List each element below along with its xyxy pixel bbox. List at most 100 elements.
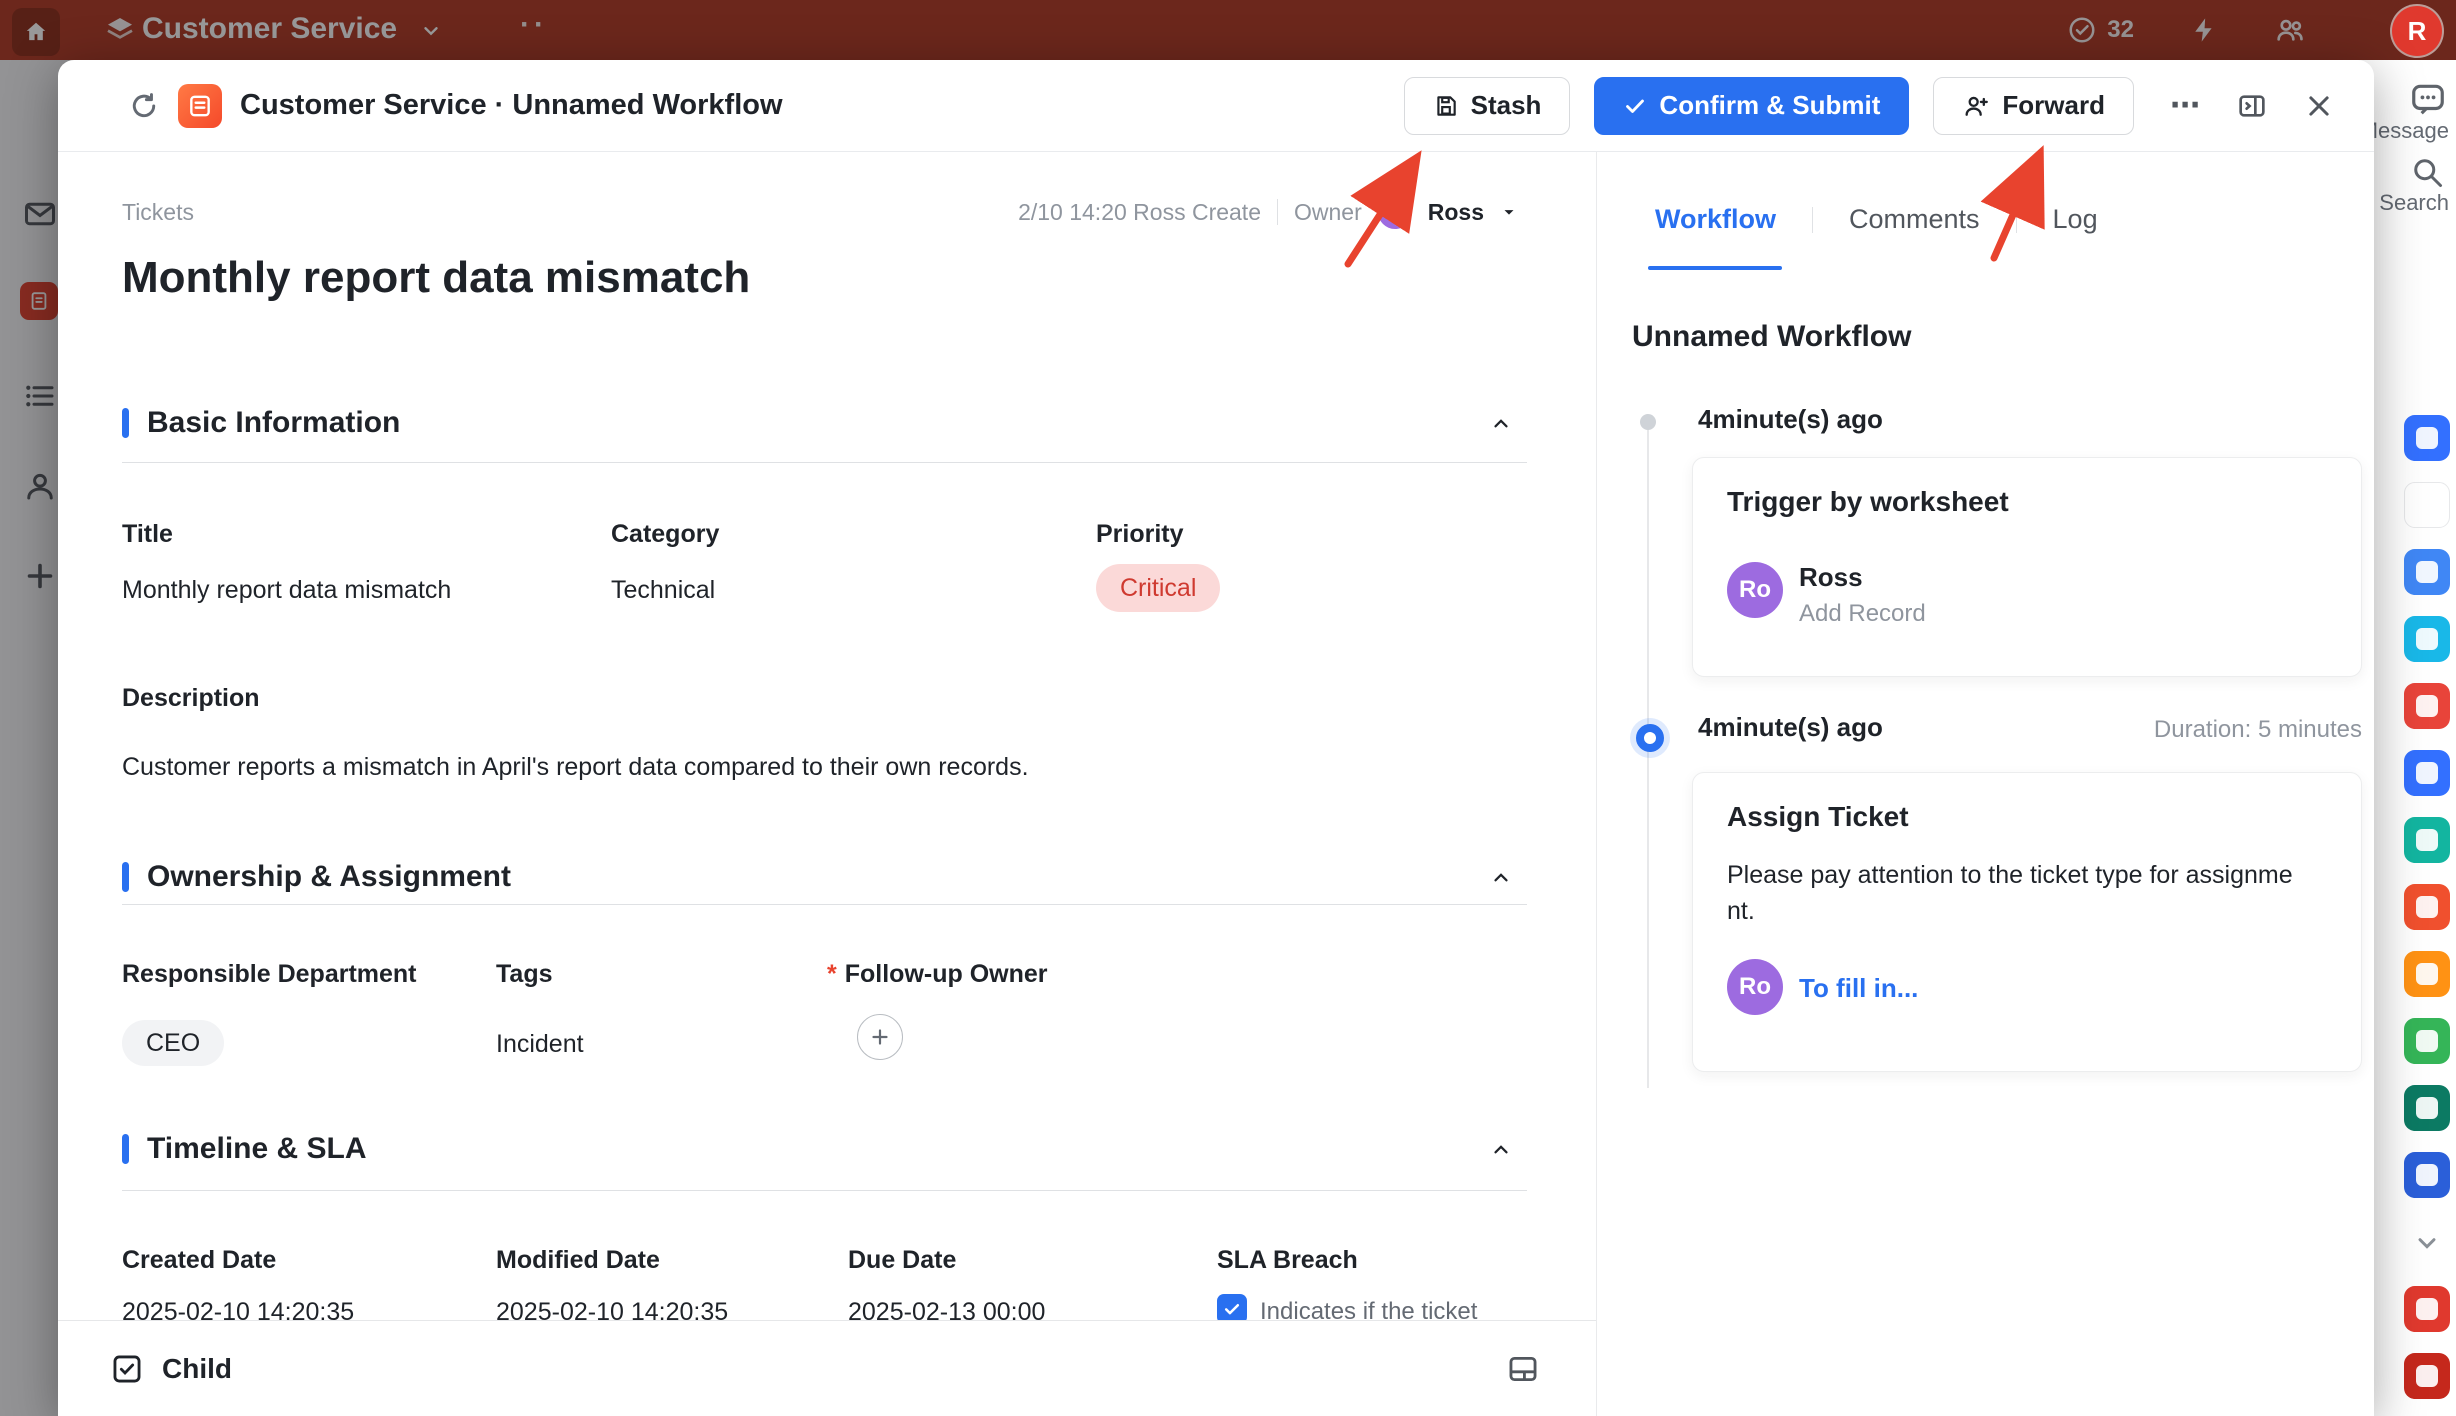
- event-duration: Duration: 5 minutes: [2154, 716, 2362, 744]
- ticket-meta-row: Tickets 2/10 14:20 Ross Create Owner R R…: [122, 194, 1518, 230]
- stash-button[interactable]: Stash: [1404, 77, 1571, 135]
- section-basic-information[interactable]: Basic Information: [122, 400, 400, 446]
- owner-caret-icon[interactable]: [1500, 203, 1518, 221]
- check-icon: [1623, 94, 1647, 118]
- tab-workflow[interactable]: Workflow: [1655, 204, 1776, 235]
- workflow-card-trigger[interactable]: Trigger by worksheet Ro Ross Add Record: [1692, 457, 2362, 677]
- required-mark: *: [827, 960, 837, 988]
- field-label-category: Category: [611, 520, 719, 549]
- panel-tabs: Workflow Comments Log: [1655, 204, 2098, 235]
- card-body-line: nt.: [1727, 893, 1755, 929]
- ticket-dialog: Customer Service · Unnamed Workflow Stas…: [58, 60, 2374, 1416]
- tab-comments[interactable]: Comments: [1849, 204, 1980, 235]
- card-title: Assign Ticket: [1727, 801, 1909, 833]
- field-label-sla-breach: SLA Breach: [1217, 1246, 1358, 1275]
- section-divider: [122, 904, 1527, 905]
- more-actions-button[interactable]: ⋯: [2170, 88, 2200, 123]
- app-icon[interactable]: [2404, 884, 2450, 930]
- app-icon[interactable]: [2404, 1219, 2450, 1265]
- child-label: Child: [162, 1353, 232, 1385]
- dialog-header: Customer Service · Unnamed Workflow Stas…: [58, 60, 2374, 152]
- owner-label: Owner: [1294, 199, 1362, 226]
- event-time: 4minute(s) ago: [1698, 404, 1883, 435]
- app-icon[interactable]: [2404, 616, 2450, 662]
- field-label-description: Description: [122, 684, 260, 713]
- section-accent-bar: [122, 862, 129, 892]
- collapse-chevron-icon[interactable]: [1490, 867, 1512, 889]
- worksheet-app-icon: [178, 84, 222, 128]
- section-ownership-assignment[interactable]: Ownership & Assignment: [122, 854, 511, 900]
- section-timeline-sla[interactable]: Timeline & SLA: [122, 1126, 367, 1172]
- actor-name: Ross: [1799, 562, 1863, 593]
- avatar: Ro: [1727, 562, 1783, 618]
- meta-divider: [1277, 199, 1278, 225]
- side-panel-toggle-icon[interactable]: [2236, 90, 2268, 122]
- confirm-submit-button[interactable]: Confirm & Submit: [1594, 77, 1909, 135]
- app-icon[interactable]: [2404, 549, 2450, 595]
- field-label-department: Responsible Department: [122, 960, 417, 989]
- created-meta: 2/10 14:20 Ross Create: [1018, 199, 1261, 226]
- refresh-icon[interactable]: [128, 90, 160, 122]
- card-view-icon[interactable]: [1506, 1352, 1540, 1386]
- app-icon[interactable]: [2404, 817, 2450, 863]
- app-icon[interactable]: [2404, 750, 2450, 796]
- collapse-chevron-icon[interactable]: [1490, 1139, 1512, 1161]
- ticket-title: Monthly report data mismatch: [122, 248, 750, 308]
- chat-bubble-icon[interactable]: [2409, 80, 2447, 118]
- close-icon[interactable]: [2304, 91, 2334, 121]
- tab-divider: [2016, 207, 2017, 233]
- user-avatar[interactable]: R: [2392, 6, 2442, 56]
- active-tab-underline: [1648, 266, 1782, 270]
- app-icon[interactable]: [2404, 1353, 2450, 1399]
- field-value-description[interactable]: Customer reports a mismatch in April's r…: [122, 753, 1029, 782]
- app-icon[interactable]: [2404, 951, 2450, 997]
- field-label-tags: Tags: [496, 960, 553, 989]
- app-icon[interactable]: [2404, 415, 2450, 461]
- field-label-modified-date: Modified Date: [496, 1246, 660, 1275]
- avatar: Ro: [1727, 959, 1783, 1015]
- timeline-dot: [1640, 414, 1656, 430]
- field-label-priority: Priority: [1096, 520, 1184, 549]
- app-icon[interactable]: [2404, 1286, 2450, 1332]
- field-value-tags[interactable]: Incident: [496, 1030, 584, 1059]
- app-icon[interactable]: [2404, 1018, 2450, 1064]
- card-title: Trigger by worksheet: [1727, 486, 2009, 518]
- field-label-followup-owner: *Follow-up Owner: [827, 960, 1048, 989]
- event-time: 4minute(s) ago: [1698, 712, 1883, 743]
- tab-log[interactable]: Log: [2053, 204, 2098, 235]
- workflow-card-assign[interactable]: Assign Ticket Please pay attention to th…: [1692, 772, 2362, 1072]
- search-icon[interactable]: [2409, 154, 2445, 190]
- app-icon[interactable]: [2404, 1085, 2450, 1131]
- field-value-title[interactable]: Monthly report data mismatch: [122, 576, 451, 605]
- right-dock-tiles: [2404, 415, 2450, 1399]
- plus-icon: [868, 1025, 892, 1049]
- field-label-created-date: Created Date: [122, 1246, 276, 1275]
- app-icon[interactable]: [2404, 482, 2450, 528]
- child-records-bar[interactable]: Child: [58, 1320, 1597, 1416]
- breadcrumb[interactable]: Tickets: [122, 199, 194, 226]
- collapse-chevron-icon[interactable]: [1490, 413, 1512, 435]
- person-plus-icon: [1962, 92, 1990, 120]
- forward-button[interactable]: Forward: [1933, 77, 2134, 135]
- department-chip[interactable]: CEO: [122, 1020, 224, 1066]
- card-body-line: Please pay attention to the ticket type …: [1727, 857, 2293, 893]
- dialog-title: Customer Service · Unnamed Workflow: [240, 89, 783, 122]
- section-divider: [122, 462, 1527, 463]
- section-accent-bar: [122, 1134, 129, 1164]
- field-label-title: Title: [122, 520, 173, 549]
- timeline-line: [1647, 428, 1649, 1088]
- owner-avatar[interactable]: R: [1378, 195, 1412, 229]
- priority-badge[interactable]: Critical: [1096, 564, 1220, 612]
- workflow-name: Unnamed Workflow: [1632, 320, 1911, 354]
- owner-name[interactable]: Ross: [1428, 199, 1484, 226]
- field-value-category[interactable]: Technical: [611, 576, 715, 605]
- to-fill-in-link[interactable]: To fill in...: [1799, 973, 1918, 1004]
- section-accent-bar: [122, 408, 129, 438]
- workflow-pane: Workflow Comments Log Unnamed Workflow 4…: [1598, 152, 2374, 1416]
- app-icon[interactable]: [2404, 1152, 2450, 1198]
- ticket-detail-pane: Tickets 2/10 14:20 Ross Create Owner R R…: [58, 152, 1597, 1416]
- add-owner-button[interactable]: [857, 1014, 903, 1060]
- field-label-due-date: Due Date: [848, 1246, 956, 1275]
- app-icon[interactable]: [2404, 683, 2450, 729]
- section-divider: [122, 1190, 1527, 1191]
